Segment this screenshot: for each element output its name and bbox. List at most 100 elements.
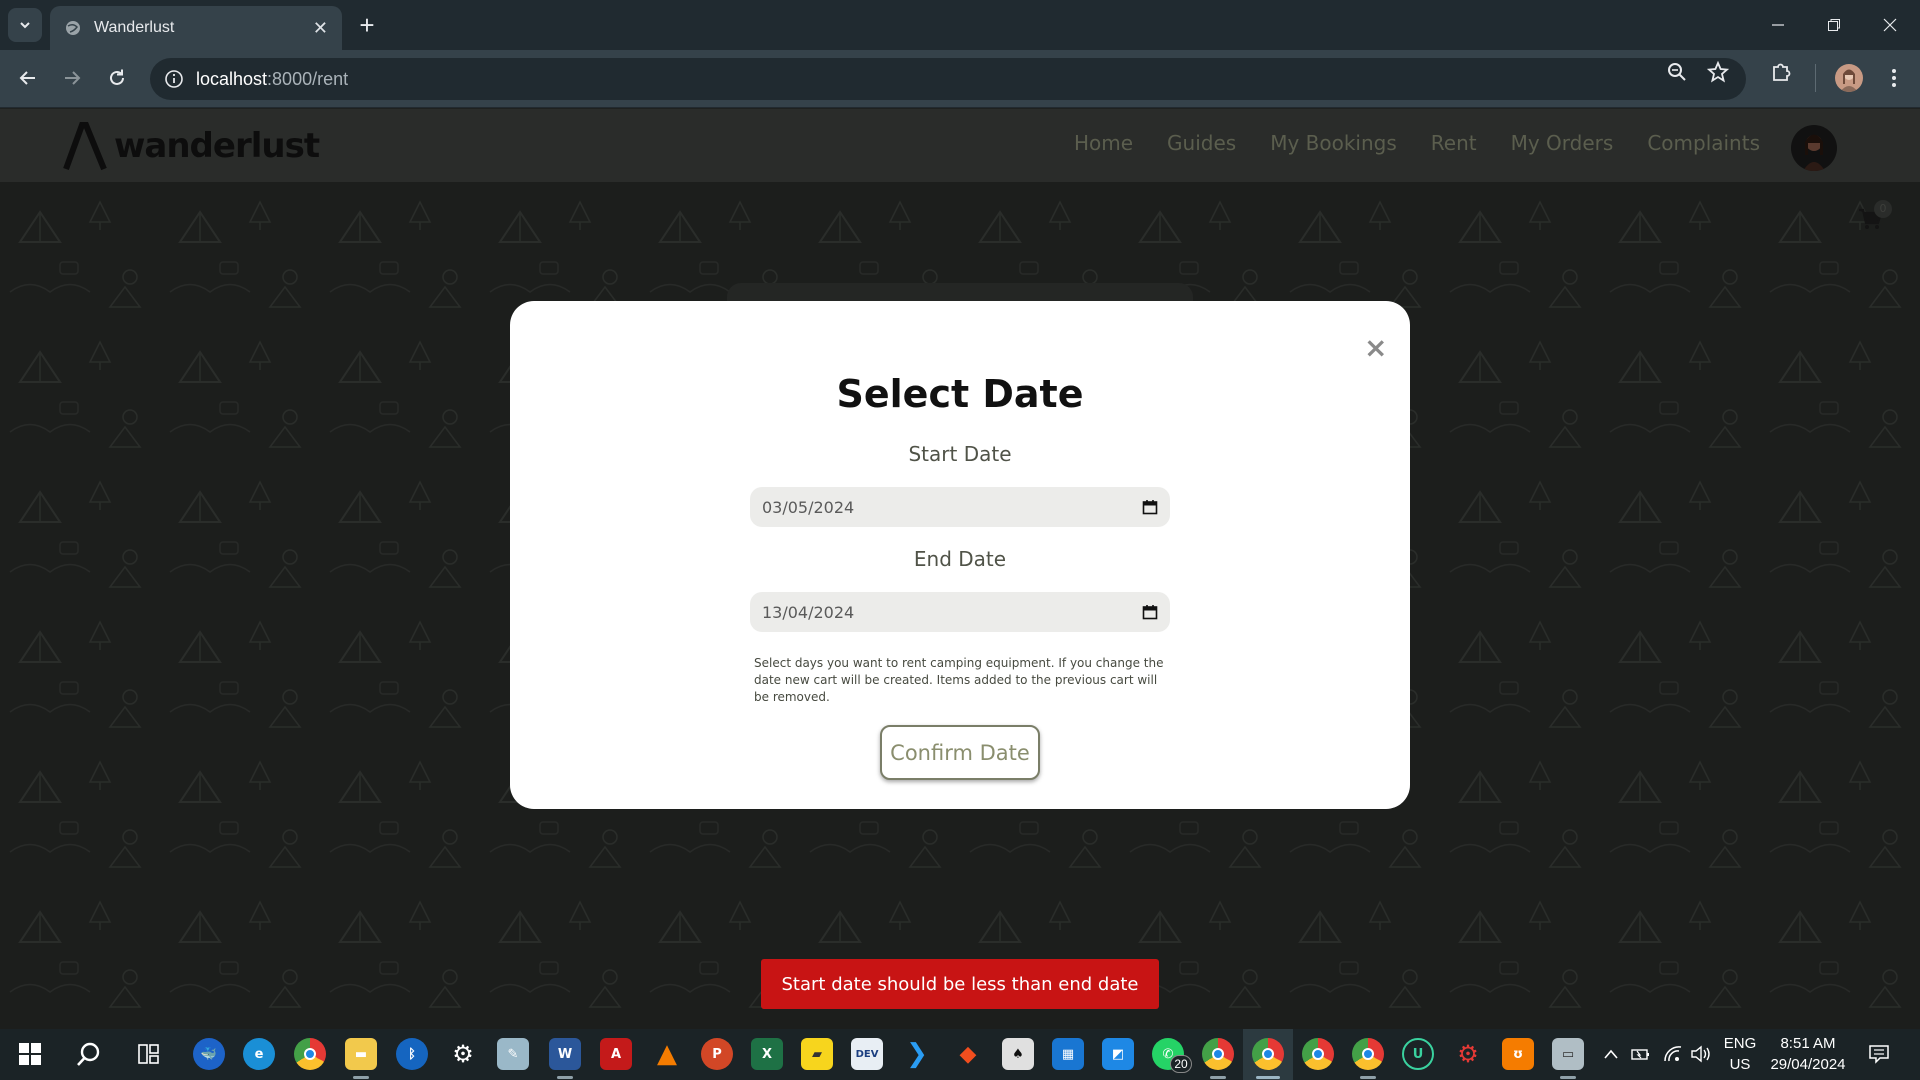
chrome-profile-3[interactable] bbox=[1302, 1038, 1334, 1070]
modal-close-icon[interactable]: × bbox=[1364, 334, 1387, 362]
language-region[interactable]: US bbox=[1720, 1056, 1760, 1073]
url-text[interactable]: localhost:8000/rent bbox=[196, 69, 348, 90]
confirm-date-button[interactable]: Confirm Date bbox=[880, 725, 1040, 780]
nav-my-bookings[interactable]: My Bookings bbox=[1270, 131, 1397, 155]
word-indicator bbox=[557, 1076, 573, 1079]
chrome-profile-2[interactable] bbox=[1252, 1038, 1284, 1070]
back-button[interactable] bbox=[10, 60, 46, 96]
powerpoint-app[interactable]: P bbox=[701, 1038, 733, 1070]
address-bar[interactable]: localhost:8000/rent bbox=[150, 58, 1746, 100]
forward-button[interactable] bbox=[54, 60, 90, 96]
browser-toolbar: localhost:8000/rent bbox=[0, 50, 1920, 108]
calendar-icon[interactable] bbox=[1142, 499, 1158, 515]
settings-app[interactable]: ⚙ bbox=[447, 1038, 479, 1070]
bluetooth-app[interactable]: ᛒ bbox=[396, 1038, 428, 1070]
devcpp-app[interactable]: DEV bbox=[851, 1038, 883, 1070]
chevron-up-icon[interactable] bbox=[1603, 1048, 1619, 1060]
close-icon bbox=[1883, 18, 1897, 32]
word-app[interactable]: W bbox=[549, 1038, 581, 1070]
nav-complaints[interactable]: Complaints bbox=[1647, 131, 1760, 155]
calendar-grid-icon: ▦ bbox=[1061, 1046, 1075, 1062]
clock-time[interactable]: 8:51 AM bbox=[1768, 1035, 1848, 1052]
tab-search-button[interactable] bbox=[8, 8, 42, 42]
chrome-icon bbox=[1312, 1048, 1324, 1060]
profile-avatar-icon bbox=[1840, 69, 1858, 92]
photos-app[interactable]: ◩ bbox=[1102, 1038, 1134, 1070]
battery-icon[interactable] bbox=[1631, 1046, 1651, 1062]
edge-app[interactable]: e bbox=[243, 1038, 275, 1070]
browser-menu-button[interactable] bbox=[1876, 60, 1912, 96]
xampp-app[interactable]: ʊ bbox=[1502, 1038, 1534, 1070]
end-date-label: End Date bbox=[913, 547, 1007, 571]
zoom-icon[interactable] bbox=[1666, 61, 1688, 83]
window-close-button[interactable] bbox=[1862, 0, 1918, 50]
chrome-icon bbox=[1212, 1048, 1224, 1060]
vscode-app[interactable]: ❯ bbox=[901, 1038, 933, 1070]
browser-tab-active[interactable]: Wanderlust ✕ bbox=[50, 6, 342, 50]
new-tab-button[interactable]: + bbox=[352, 10, 382, 40]
user-avatar-icon bbox=[1803, 134, 1825, 171]
sticky-notes-app[interactable]: ▰ bbox=[801, 1038, 833, 1070]
solitaire-app[interactable]: ♠ bbox=[1002, 1038, 1034, 1070]
docker-app[interactable]: 🐳 bbox=[193, 1038, 225, 1070]
notes-app[interactable]: ✎ bbox=[497, 1038, 529, 1070]
start-button[interactable] bbox=[14, 1038, 46, 1070]
calendar-app[interactable]: ▦ bbox=[1052, 1038, 1084, 1070]
snipping-indicator bbox=[1560, 1076, 1576, 1079]
end-date-input[interactable]: 13/04/2024 bbox=[750, 592, 1170, 632]
reload-button[interactable] bbox=[99, 60, 135, 96]
acrobat-app[interactable]: A bbox=[600, 1038, 632, 1070]
tab-close-icon[interactable]: ✕ bbox=[313, 18, 328, 39]
extensions-icon[interactable] bbox=[1770, 61, 1792, 83]
site-logo[interactable]: wanderlust bbox=[60, 119, 320, 173]
shield-gear-icon: ⚙ bbox=[1457, 1040, 1479, 1068]
toolbar-divider bbox=[1815, 64, 1816, 92]
chrome-profile-1[interactable] bbox=[1202, 1038, 1234, 1070]
chrome-app[interactable] bbox=[294, 1038, 326, 1070]
upwork-app[interactable]: U bbox=[1402, 1038, 1434, 1070]
end-date-value: 13/04/2024 bbox=[762, 602, 855, 622]
nav-guides[interactable]: Guides bbox=[1167, 131, 1236, 155]
nav-rent[interactable]: Rent bbox=[1431, 131, 1477, 155]
nav-home[interactable]: Home bbox=[1074, 131, 1133, 155]
excel-app[interactable]: X bbox=[751, 1038, 783, 1070]
bookmark-star-icon[interactable] bbox=[1707, 61, 1729, 83]
search-button[interactable] bbox=[73, 1038, 105, 1070]
docker-icon: 🐳 bbox=[200, 1046, 218, 1062]
excel-icon: X bbox=[761, 1046, 773, 1062]
chrome-1-indicator bbox=[1210, 1076, 1226, 1079]
start-date-label: Start Date bbox=[908, 442, 1012, 466]
start-date-input[interactable]: 03/05/2024 bbox=[750, 487, 1170, 527]
chrome-profile-4[interactable] bbox=[1352, 1038, 1384, 1070]
snipping-app[interactable]: ▭ bbox=[1552, 1038, 1584, 1070]
main-nav: Home Guides My Bookings Rent My Orders C… bbox=[1074, 131, 1760, 155]
word-icon: W bbox=[557, 1046, 573, 1062]
profile-avatar[interactable] bbox=[1835, 64, 1863, 92]
calendar-icon[interactable] bbox=[1142, 604, 1158, 620]
start-date-value: 03/05/2024 bbox=[762, 497, 855, 517]
clock-date[interactable]: 29/04/2024 bbox=[1763, 1056, 1853, 1073]
info-icon[interactable] bbox=[164, 69, 184, 89]
language-code[interactable]: ENG bbox=[1720, 1035, 1760, 1052]
user-avatar[interactable] bbox=[1791, 125, 1837, 171]
restore-button[interactable] bbox=[1806, 0, 1862, 50]
dev-icon: DEV bbox=[855, 1048, 879, 1060]
wifi-icon[interactable] bbox=[1663, 1045, 1683, 1063]
task-view-button[interactable] bbox=[133, 1038, 165, 1070]
error-toast: Start date should be less than end date bbox=[761, 959, 1159, 1009]
nav-my-orders[interactable]: My Orders bbox=[1511, 131, 1614, 155]
security-app[interactable]: ⚙ bbox=[1452, 1038, 1484, 1070]
file-explorer-app[interactable]: ▬ bbox=[345, 1038, 377, 1070]
cards-icon: ♠ bbox=[1012, 1046, 1024, 1062]
speaker-icon[interactable] bbox=[1690, 1045, 1712, 1063]
notification-icon[interactable] bbox=[1868, 1044, 1890, 1064]
arrow-left-icon bbox=[19, 71, 35, 85]
notes-icon: ✎ bbox=[507, 1046, 519, 1062]
figma-app[interactable]: ◆ bbox=[952, 1038, 984, 1070]
powerpoint-icon: P bbox=[712, 1046, 722, 1062]
whatsapp-badge: 20 bbox=[1170, 1055, 1192, 1073]
more-vertical-icon bbox=[1892, 69, 1896, 87]
minimize-button[interactable] bbox=[1750, 0, 1806, 50]
edge-icon: e bbox=[254, 1046, 264, 1062]
vlc-app[interactable]: ▲ bbox=[651, 1038, 683, 1070]
